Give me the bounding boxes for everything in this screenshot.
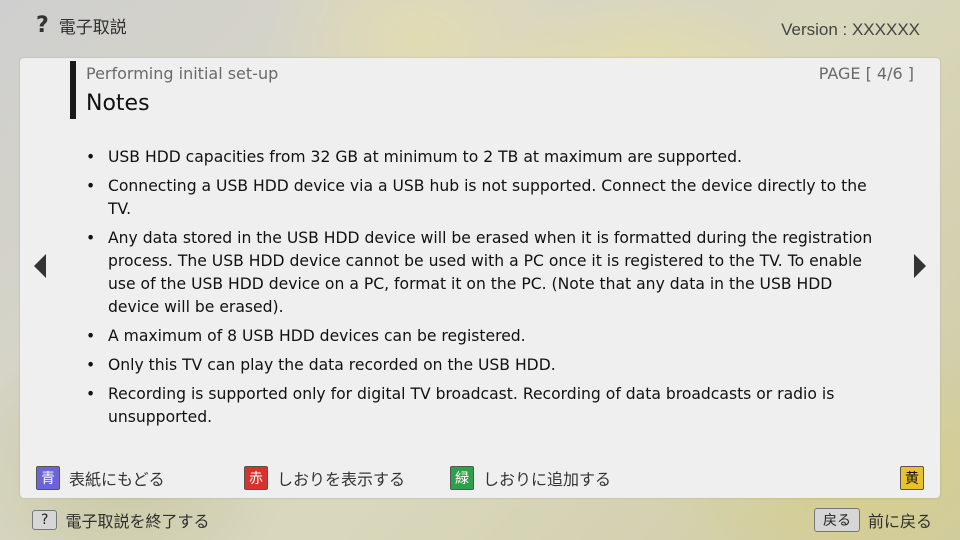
notes-list: USB HDD capacities from 32 GB at minimum… [86, 146, 876, 435]
green-key-label: しおりに追加する [483, 470, 612, 489]
version-label: Version : XXXXXX [781, 20, 920, 39]
red-key-label: しおりを表示する [277, 470, 406, 489]
exit-help-button[interactable]: ? 電子取説を終了する [32, 508, 209, 532]
help-header: ? 電子取説 [36, 13, 127, 38]
blue-key-cover[interactable]: 青 表紙にもどる [36, 466, 165, 490]
color-key-row: 青 表紙にもどる 赤 しおりを表示する 緑 しおりに追加する 黄 [36, 466, 924, 490]
triangle-left-icon[interactable] [34, 254, 46, 278]
yellow-key[interactable]: 黄 [900, 466, 924, 490]
page-title: Notes [86, 91, 150, 116]
list-item: Recording is supported only for digital … [86, 383, 876, 429]
content-panel: Performing initial set-up Notes PAGE [ 4… [20, 58, 940, 498]
list-item: Only this TV can play the data recorded … [86, 354, 876, 377]
green-key-add-bookmark[interactable]: 緑 しおりに追加する [450, 466, 611, 490]
title-accent-bar [70, 61, 76, 119]
back-key-icon: 戻る [813, 508, 860, 532]
back-button[interactable]: 戻る 前に戻る [813, 508, 932, 532]
yellow-key-badge: 黄 [900, 466, 924, 490]
red-key-show-bookmarks[interactable]: 赤 しおりを表示する [244, 466, 405, 490]
section-subtitle: Performing initial set-up [86, 64, 279, 83]
back-label: 前に戻る [867, 512, 932, 531]
list-item: USB HDD capacities from 32 GB at minimum… [86, 146, 876, 169]
blue-key-label: 表紙にもどる [69, 470, 165, 489]
triangle-right-icon[interactable] [914, 254, 926, 278]
list-item: Connecting a USB HDD device via a USB hu… [86, 175, 876, 221]
red-key-badge: 赤 [244, 466, 268, 490]
help-key-icon: ? [32, 510, 58, 530]
help-title: 電子取説 [58, 18, 127, 38]
green-key-badge: 緑 [450, 466, 474, 490]
list-item: Any data stored in the USB HDD device wi… [86, 227, 876, 319]
blue-key-badge: 青 [36, 466, 60, 490]
list-item: A maximum of 8 USB HDD devices can be re… [86, 325, 876, 348]
exit-help-label: 電子取説を終了する [65, 512, 210, 531]
page-indicator: PAGE [ 4/6 ] [818, 64, 914, 83]
help-icon: ? [36, 12, 49, 38]
